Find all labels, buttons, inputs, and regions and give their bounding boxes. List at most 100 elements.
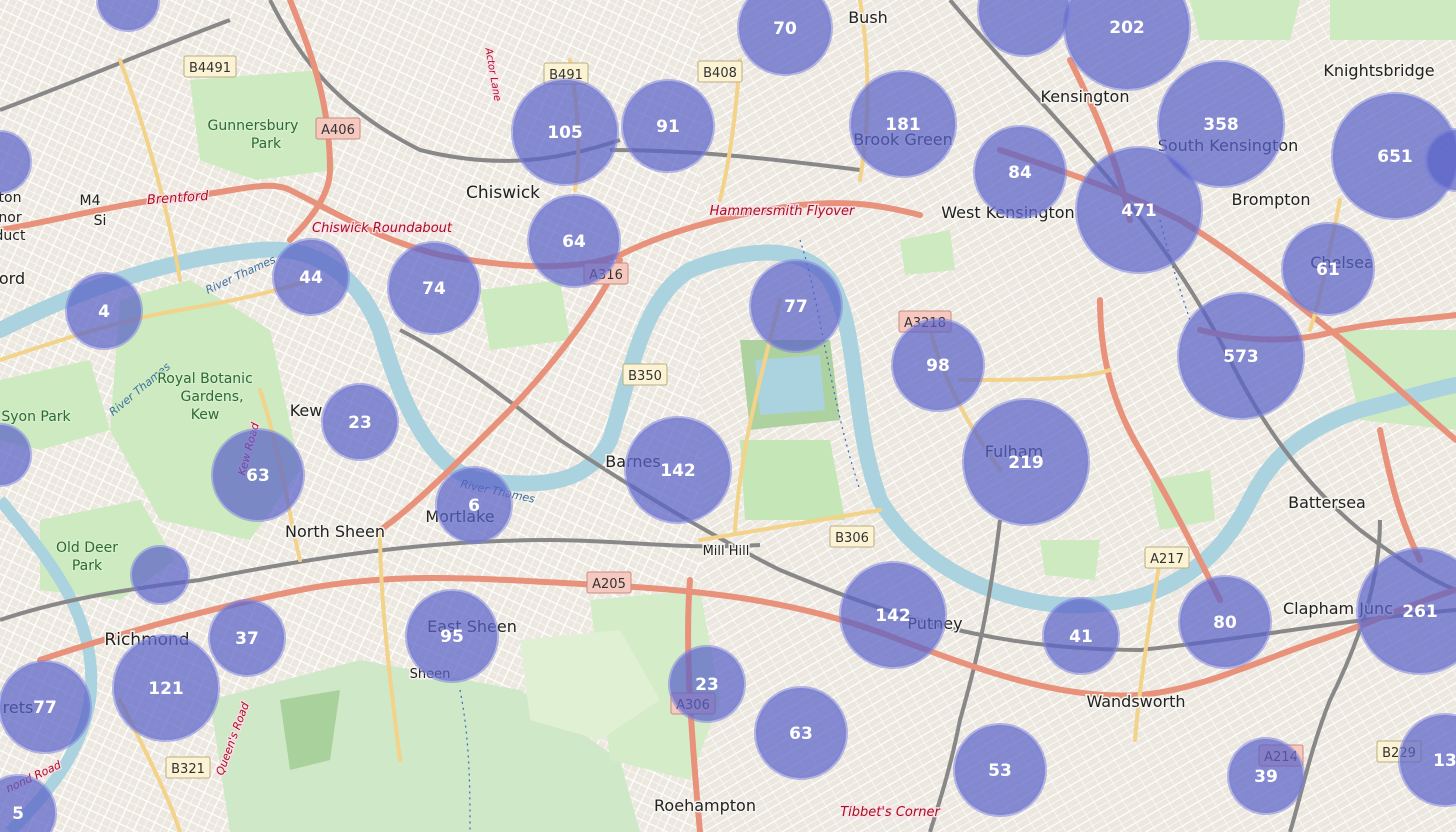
- cluster-count: 651: [1377, 147, 1413, 167]
- cluster-count: 95: [440, 627, 464, 647]
- cluster-marker[interactable]: 61: [1281, 222, 1375, 316]
- cluster-count: 471: [1121, 201, 1157, 221]
- road-shield-label: A406: [321, 123, 355, 138]
- cluster-marker[interactable]: 39: [1227, 737, 1305, 815]
- cluster-marker[interactable]: 70: [737, 0, 833, 76]
- cluster-marker[interactable]: 37: [208, 599, 286, 677]
- cluster-count: 61: [1316, 260, 1340, 280]
- cluster-marker[interactable]: 23: [321, 383, 399, 461]
- park-label: Syon Park: [1, 409, 71, 425]
- cluster-marker[interactable]: 219: [962, 398, 1090, 526]
- place-label: Chiswick: [466, 183, 540, 203]
- cluster-count: 84: [1008, 163, 1032, 183]
- cluster-count: 261: [1402, 602, 1438, 622]
- cluster-marker[interactable]: 121: [112, 634, 220, 742]
- cluster-count: 91: [656, 117, 680, 137]
- cluster-count: 4: [98, 302, 110, 322]
- cluster-marker[interactable]: 80: [1178, 575, 1272, 669]
- park-label: Park: [251, 136, 282, 152]
- cluster-marker[interactable]: 23: [668, 645, 746, 723]
- cluster-marker[interactable]: 573: [1177, 292, 1305, 420]
- cluster-marker[interactable]: 77: [0, 660, 92, 754]
- cluster-count: 202: [1109, 18, 1145, 38]
- cluster-count: 23: [695, 675, 719, 695]
- cluster-count: 121: [148, 679, 184, 699]
- place-label: Knightsbridge: [1323, 61, 1434, 80]
- cluster-marker[interactable]: 84: [973, 125, 1067, 219]
- cluster-marker[interactable]: 63: [754, 686, 848, 780]
- cluster-count: 70: [773, 19, 797, 39]
- cluster-count: 142: [875, 606, 911, 626]
- park-label: Old Deer: [56, 540, 118, 556]
- place-label: Battersea: [1288, 493, 1366, 512]
- cluster-marker[interactable]: 74: [387, 241, 481, 335]
- cluster-count: 53: [988, 761, 1012, 781]
- cluster-marker[interactable]: 105: [511, 78, 619, 186]
- place-label: North Sheen: [285, 522, 385, 541]
- basemap: River ThamesRiver ThamesRiver ThamesGunn…: [0, 0, 1456, 832]
- road-shield-label: B350: [628, 369, 662, 384]
- cluster-marker[interactable]: 77: [749, 259, 843, 353]
- cluster-count: 63: [246, 466, 270, 486]
- cluster-count: 13: [1433, 751, 1456, 771]
- cluster-count: 44: [299, 268, 323, 288]
- cluster-marker[interactable]: 91: [621, 79, 715, 173]
- cluster-marker[interactable]: 95: [405, 589, 499, 683]
- cluster-count: 105: [547, 123, 583, 143]
- road-name-label: Hammersmith Flyover: [710, 204, 856, 219]
- cluster-marker[interactable]: 98: [891, 318, 985, 412]
- road-name-label: Tibbet's Corner: [840, 805, 941, 820]
- cluster-marker[interactable]: 64: [527, 194, 621, 288]
- cluster-count: 573: [1223, 347, 1259, 367]
- place-label: M4: [80, 193, 101, 209]
- place-label: Bush: [848, 8, 888, 27]
- cluster-count: 181: [885, 115, 921, 135]
- cluster-count: 80: [1213, 613, 1237, 633]
- place-label: Brompton: [1232, 190, 1311, 209]
- cluster-count: 358: [1203, 115, 1239, 135]
- cluster-count: 6: [468, 496, 480, 516]
- place-label: duct: [0, 228, 26, 244]
- place-label: Si: [94, 213, 107, 229]
- map-view[interactable]: River ThamesRiver ThamesRiver ThamesGunn…: [0, 0, 1456, 832]
- cluster-count: 74: [422, 279, 446, 299]
- place-label: Roehampton: [654, 796, 756, 815]
- cluster-count: 98: [926, 356, 950, 376]
- cluster-count: 37: [235, 629, 259, 649]
- cluster-count: 41: [1069, 627, 1093, 647]
- cluster-marker[interactable]: 181: [849, 70, 957, 178]
- road-name-label: Chiswick Roundabout: [312, 221, 453, 236]
- park-label: Park: [72, 558, 103, 574]
- place-label: Mill Hill: [703, 544, 750, 559]
- cluster-count: 5: [12, 804, 24, 824]
- cluster-count: 142: [660, 461, 696, 481]
- cluster-count: 23: [348, 413, 372, 433]
- park-label: Gardens,: [180, 389, 243, 405]
- cluster-count: 219: [1008, 453, 1044, 473]
- cluster-marker[interactable]: 63: [211, 428, 305, 522]
- cluster-count: 64: [562, 232, 586, 252]
- road-shield-label: B408: [703, 66, 737, 81]
- park-label: Royal Botanic: [157, 371, 253, 387]
- cluster-marker[interactable]: [130, 545, 190, 605]
- cluster-count: 63: [789, 724, 813, 744]
- place-label: nor: [0, 210, 22, 226]
- park-label: Gunnersbury: [208, 118, 299, 134]
- road-shield-label: B321: [171, 762, 205, 777]
- cluster-marker[interactable]: 142: [624, 416, 732, 524]
- cluster-marker[interactable]: 6: [435, 466, 513, 544]
- cluster-marker[interactable]: 44: [272, 238, 350, 316]
- cluster-count: 39: [1254, 767, 1278, 787]
- road-shield-label: B4491: [189, 61, 231, 76]
- cluster-count: 77: [33, 698, 57, 718]
- cluster-marker[interactable]: 142: [839, 561, 947, 669]
- cluster-marker[interactable]: 4: [65, 272, 143, 350]
- cluster-count: 77: [784, 297, 808, 317]
- cluster-marker[interactable]: 41: [1042, 597, 1120, 675]
- park-label: Kew: [191, 407, 220, 423]
- cluster-circle[interactable]: [130, 545, 190, 605]
- road-shield-label: A205: [592, 577, 626, 592]
- cluster-marker[interactable]: 471: [1075, 146, 1203, 274]
- cluster-marker[interactable]: 53: [953, 723, 1047, 817]
- place-label: ord: [0, 269, 25, 288]
